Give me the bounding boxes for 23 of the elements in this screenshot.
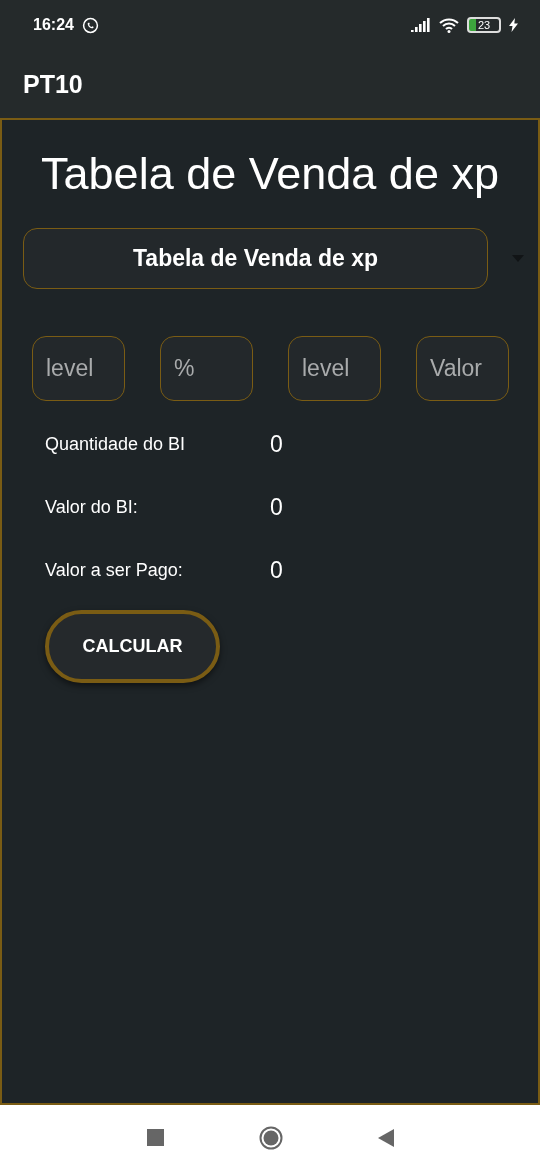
home-icon[interactable] xyxy=(258,1125,283,1150)
recents-icon[interactable] xyxy=(146,1129,164,1146)
status-time: 16:24 xyxy=(33,16,74,34)
charging-icon xyxy=(509,18,518,32)
input-field[interactable]: level xyxy=(32,336,125,401)
signal-icon xyxy=(411,18,431,32)
back-icon[interactable] xyxy=(377,1128,394,1147)
result-value: 0 xyxy=(270,494,283,521)
result-label: Valor do BI: xyxy=(45,497,139,518)
wifi-icon xyxy=(439,17,459,33)
app-title: PT10 xyxy=(23,69,83,99)
input-field[interactable]: level xyxy=(288,336,381,401)
page-heading: Tabela de Venda de xp xyxy=(40,148,500,200)
input-field[interactable]: Valor xyxy=(416,336,509,401)
result-label: Quantidade do BI xyxy=(45,434,187,455)
input-field[interactable]: % xyxy=(160,336,253,401)
chat-icon xyxy=(81,16,99,34)
battery-icon: 23 xyxy=(467,17,501,33)
result-value: 0 xyxy=(270,557,283,584)
table-dropdown[interactable]: Tabela de Venda de xp xyxy=(23,228,488,289)
calculate-button[interactable]: CALCULAR xyxy=(45,610,220,683)
result-value: 0 xyxy=(270,431,283,458)
result-label: Valor a ser Pago: xyxy=(45,560,184,581)
